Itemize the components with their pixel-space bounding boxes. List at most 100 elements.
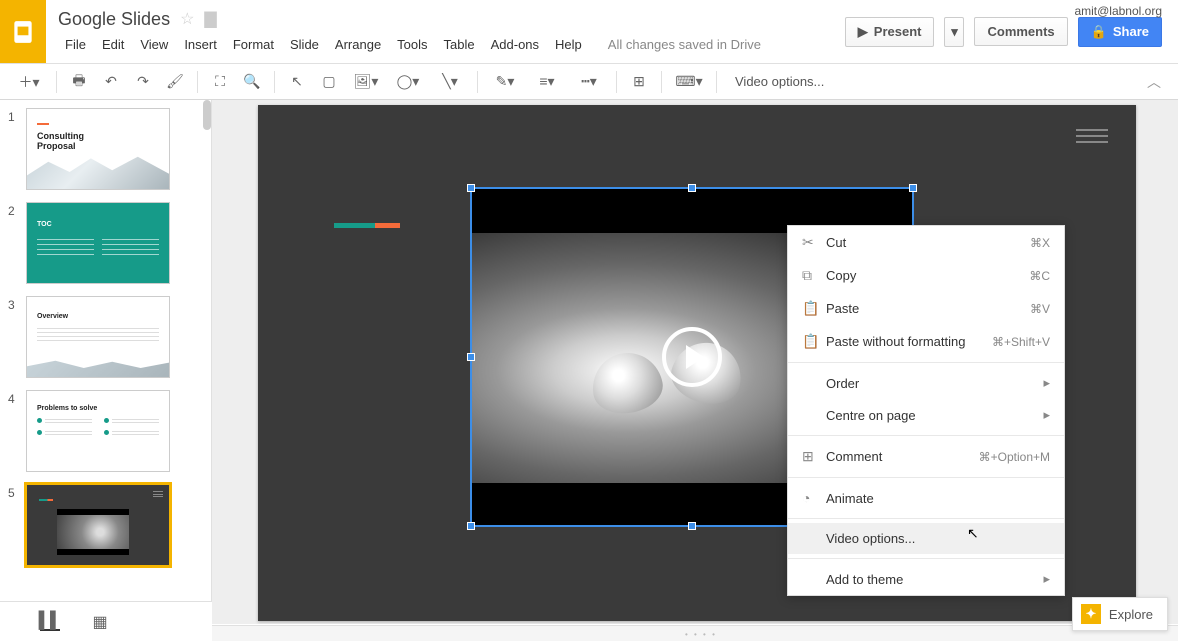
slide-thumbnail-3[interactable]: Overview [26,296,170,378]
menu-arrange[interactable]: Arrange [328,34,388,55]
menu-order[interactable]: Order▸ [788,367,1064,399]
accent-bar [334,223,400,228]
menu-video-options[interactable]: Video options... [788,523,1064,554]
thumbnail-row: 1 Consulting Proposal [8,108,201,190]
account-email[interactable]: amit@labnol.org [1074,4,1162,18]
resize-handle[interactable] [467,353,475,361]
menu-view[interactable]: View [133,34,175,55]
menu-animate[interactable]: ◔Animate [788,482,1064,514]
explore-icon: ✦ [1081,604,1101,624]
resize-handle[interactable] [909,184,917,192]
collapse-toolbar-icon[interactable]: ︿ [1140,68,1168,96]
menu-paste[interactable]: 📋Paste⌘V [788,292,1064,325]
slides-logo[interactable] [0,0,46,63]
filmstrip-footer: ▌▌ ▦ [0,601,212,641]
thumb-number: 2 [8,202,26,284]
line-icon[interactable]: ╲▾ [431,68,469,96]
menu-icon [1076,129,1108,143]
resize-handle[interactable] [688,522,696,530]
shape-icon[interactable]: ◯▾ [389,68,427,96]
slide-panel: 1 Consulting Proposal 2 TOC 3 Overview 4… [0,100,212,624]
textbox-icon[interactable]: ▢ [315,68,343,96]
star-icon[interactable]: ☆ [180,9,194,29]
paste-nofmt-icon: 📋 [802,333,826,350]
cut-icon: ✂ [802,234,826,251]
title-area: Google Slides ☆ ▇ File Edit View Insert … [46,0,829,63]
menu-insert[interactable]: Insert [177,34,224,55]
image-icon[interactable]: 🖼▾ [347,68,385,96]
chevron-right-icon: ▸ [1043,407,1050,423]
paste-icon: 📋 [802,300,826,317]
resize-handle[interactable] [467,522,475,530]
paint-format-icon[interactable]: 🖌 [161,68,189,96]
menu-paste-no-format[interactable]: 📋Paste without formatting⌘+Shift+V [788,325,1064,358]
comments-button[interactable]: Comments [974,17,1067,46]
thumb-number: 1 [8,108,26,190]
redo-icon[interactable]: ↷ [129,68,157,96]
new-slide-button[interactable]: ＋▾ [10,68,48,96]
toolbar: ＋▾ 🖶 ↶ ↷ 🖌 ⛶ 🔍 ↖ ▢ 🖼▾ ◯▾ ╲▾ ✎▾ ≡▾ ┅▾ ⊞ ⌨… [0,64,1178,100]
comment-icon[interactable]: ⊞ [625,68,653,96]
chevron-right-icon: ▸ [1043,375,1050,391]
present-dropdown[interactable]: ▾ [944,17,964,47]
share-label: Share [1113,24,1149,39]
filmstrip-scrollbar[interactable] [199,100,211,624]
folder-icon[interactable]: ▇ [204,9,216,29]
menu-add-to-theme[interactable]: Add to theme▸ [788,563,1064,595]
undo-icon[interactable]: ↶ [97,68,125,96]
explore-button[interactable]: ✦ Explore [1072,597,1168,631]
video-options-toolbar[interactable]: Video options... [725,70,834,93]
bottom-bar[interactable]: • • • • [212,625,1178,641]
present-button[interactable]: ▶Present [845,17,935,47]
thumb-number: 4 [8,390,26,472]
thumbnail-row: 3 Overview [8,296,201,378]
slide-thumbnail-5[interactable] [26,484,170,566]
menu-comment[interactable]: ⊞Comment⌘+Option+M [788,440,1064,473]
thumb-number: 3 [8,296,26,378]
copy-icon: ⧉ [802,267,826,284]
chevron-right-icon: ▸ [1043,571,1050,587]
comments-label: Comments [987,24,1054,39]
menu-file[interactable]: File [58,34,93,55]
titlebar: Google Slides ☆ ▇ File Edit View Insert … [0,0,1178,64]
slide-thumbnail-4[interactable]: Problems to solve [26,390,170,472]
save-status: All changes saved in Drive [601,34,768,55]
thumbnail-row: 4 Problems to solve [8,390,201,472]
slide-thumbnail-2[interactable]: TOC [26,202,170,284]
play-icon[interactable] [662,327,722,387]
input-tools-icon[interactable]: ⌨▾ [670,68,708,96]
filmstrip-view-icon[interactable]: ▌▌ [40,613,60,631]
menu-table[interactable]: Table [437,34,482,55]
grid-view-icon[interactable]: ▦ [90,613,110,631]
menu-edit[interactable]: Edit [95,34,131,55]
slide-thumbnail-1[interactable]: Consulting Proposal [26,108,170,190]
menu-slide[interactable]: Slide [283,34,326,55]
thumbnail-row: 2 TOC [8,202,201,284]
select-tool-icon[interactable]: ↖ [283,68,311,96]
line-weight-icon[interactable]: ≡▾ [528,68,566,96]
thumbnail-row: 5 [8,484,201,566]
menu-tools[interactable]: Tools [390,34,434,55]
share-button[interactable]: 🔒Share [1078,17,1162,47]
resize-handle[interactable] [688,184,696,192]
present-label: Present [874,24,922,39]
menu-centre[interactable]: Centre on page▸ [788,399,1064,431]
line-color-icon[interactable]: ✎▾ [486,68,524,96]
thumb-number: 5 [8,484,26,566]
document-title[interactable]: Google Slides [58,9,170,30]
menubar: File Edit View Insert Format Slide Arran… [58,34,817,55]
cursor-icon: ↖ [967,525,979,542]
animate-icon: ◔ [802,490,826,506]
explore-label: Explore [1109,607,1153,622]
zoom-fit-icon[interactable]: ⛶ [206,68,234,96]
resize-handle[interactable] [467,184,475,192]
menu-addons[interactable]: Add-ons [484,34,546,55]
print-icon[interactable]: 🖶 [65,68,93,96]
menu-cut[interactable]: ✂Cut⌘X [788,226,1064,259]
menu-copy[interactable]: ⧉Copy⌘C [788,259,1064,292]
menu-help[interactable]: Help [548,34,589,55]
line-dash-icon[interactable]: ┅▾ [570,68,608,96]
comment-icon: ⊞ [802,448,826,465]
menu-format[interactable]: Format [226,34,281,55]
zoom-icon[interactable]: 🔍 [238,68,266,96]
